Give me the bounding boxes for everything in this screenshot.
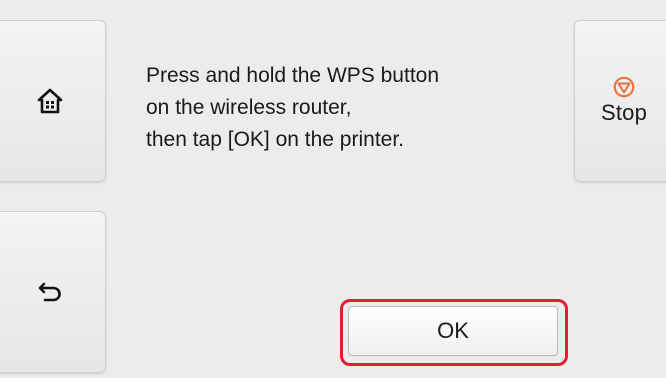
stop-button[interactable]: Stop bbox=[574, 20, 666, 182]
stop-icon bbox=[613, 76, 635, 98]
instruction-line-2: on the wireless router, bbox=[146, 96, 352, 119]
instruction-line-3: then tap [OK] on the printer. bbox=[146, 128, 404, 151]
stop-label: Stop bbox=[600, 100, 648, 125]
back-arrow-icon bbox=[37, 281, 63, 303]
instruction-message: Press and hold the WPS button on the wir… bbox=[146, 60, 546, 156]
home-button[interactable] bbox=[0, 20, 106, 182]
ok-button[interactable]: OK bbox=[348, 306, 558, 356]
printer-screen: Press and hold the WPS button on the wir… bbox=[0, 0, 666, 378]
back-button[interactable] bbox=[0, 211, 106, 373]
ok-label: OK bbox=[437, 318, 469, 343]
instruction-line-1: Press and hold the WPS button bbox=[146, 64, 440, 87]
home-icon bbox=[37, 88, 63, 114]
